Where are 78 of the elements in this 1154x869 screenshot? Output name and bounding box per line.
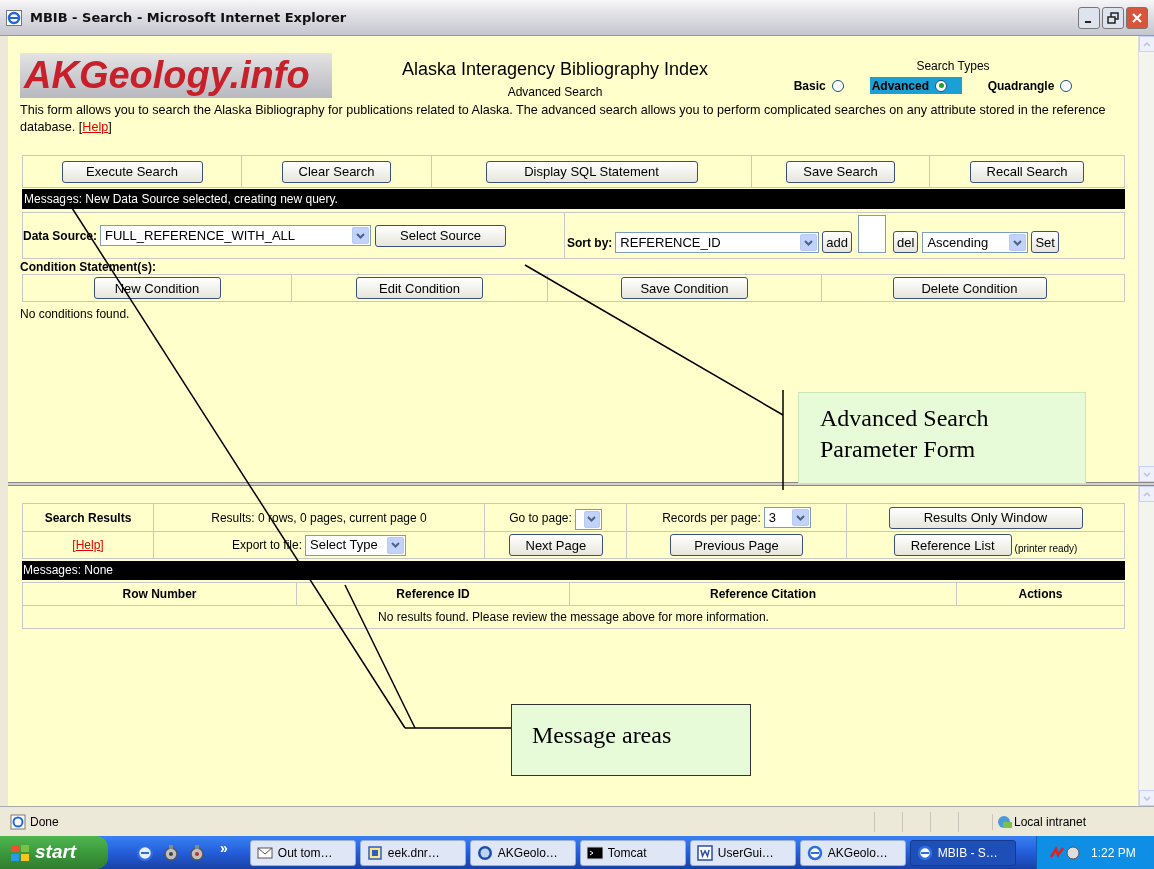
field-label: Sort by: — [567, 235, 613, 252]
radio-option[interactable]: Advanced — [869, 77, 962, 94]
button[interactable]: Clear Search — [281, 160, 392, 183]
button[interactable]: Save Search — [786, 160, 895, 183]
ie-icon — [6, 9, 22, 26]
button[interactable]: Previous Page — [670, 534, 803, 556]
button[interactable]: Results Only Window — [888, 506, 1083, 529]
close-icon[interactable] — [1126, 6, 1148, 29]
button[interactable]: Edit Condition — [356, 277, 483, 299]
search-types-label: Search Types — [916, 58, 990, 75]
page-subtitle: Advanced Search — [507, 84, 603, 101]
button[interactable]: Reference List — [893, 534, 1012, 556]
note-text: (printer ready) — [1014, 541, 1078, 556]
radio-option[interactable]: Quadrangle — [985, 77, 1075, 94]
dropdown[interactable]: Ascending — [922, 232, 1029, 253]
button[interactable]: Delete Condition — [892, 277, 1047, 299]
window-icon — [366, 844, 383, 861]
overflow-chevron[interactable]: » — [220, 838, 228, 859]
document-icon — [696, 844, 713, 861]
windows-flag-icon — [10, 843, 30, 862]
taskbar-button[interactable]: eek.dnr… — [359, 839, 466, 866]
callout-box: Message areas — [511, 704, 751, 776]
taskbar-button[interactable]: Tomcat — [579, 839, 686, 866]
callout-box: Advanced Search Parameter Form — [798, 392, 1086, 484]
clock: 1:22 PM — [1091, 844, 1136, 862]
field-label: Go to page: — [509, 509, 572, 527]
message-bar: Messages: New Data Source selected, creating new query. — [22, 189, 1125, 209]
network-icon — [992, 813, 1012, 830]
input-field[interactable] — [858, 215, 887, 253]
intro-paragraph: This form allows you to search the Alaska Bibliography for publications related to Alaska. The advanced search allows you to perform complicated searches on any attribute stored in the reference database. [Help] — [20, 102, 1107, 136]
page-title: Alaska Interagency Bibliography Index — [401, 58, 709, 81]
ie-icon — [806, 844, 823, 861]
radio-icon — [935, 79, 948, 92]
status-text: Done — [30, 813, 60, 831]
dropdown[interactable]: 3 — [763, 507, 811, 528]
empty-message: No conditions found. — [20, 306, 131, 323]
column-header: Reference ID — [296, 583, 569, 605]
dropdown[interactable]: Select Type — [305, 534, 406, 556]
taskbar-button[interactable]: AKGeolo… — [799, 839, 906, 866]
envelope-icon — [256, 844, 273, 861]
button[interactable]: Set — [1031, 231, 1059, 253]
help-link[interactable]: [Help] — [72, 536, 104, 554]
column-header: Row Number — [121, 586, 198, 603]
radio-option[interactable]: Basic — [791, 77, 846, 94]
radio-icon — [1060, 79, 1073, 92]
globe-icon — [476, 844, 493, 861]
page-icon — [10, 813, 26, 830]
start-button[interactable]: start — [0, 836, 108, 869]
button[interactable]: Next Page — [508, 534, 603, 556]
button[interactable]: del — [893, 231, 919, 253]
ie-icon — [916, 844, 933, 861]
column-header: Actions — [956, 583, 1124, 605]
dropdown[interactable] — [574, 508, 602, 530]
field-label: Records per page: — [662, 509, 761, 527]
dropdown[interactable]: FULL_REFERENCE_WITH_ALL — [100, 225, 372, 246]
button[interactable]: Select Source — [375, 224, 507, 247]
column-header: Reference Citation — [569, 583, 956, 605]
window-title: MBIB - Search - Microsoft Internet Explorer — [30, 8, 348, 27]
status-zone: Local intranet — [1014, 813, 1088, 831]
message-bar: Messages: None — [22, 561, 1125, 580]
empty-message: No results found. Please review the message above for more information. — [23, 605, 1124, 628]
button[interactable]: Recall Search — [969, 160, 1085, 183]
taskbar-button[interactable]: UserGui… — [689, 839, 796, 866]
button[interactable]: Display SQL Statement — [485, 160, 698, 183]
button[interactable]: Save Condition — [621, 277, 748, 299]
logo: AKGeology.info — [20, 53, 332, 98]
restore-icon[interactable] — [1102, 6, 1124, 29]
dropdown[interactable]: REFERENCE_ID — [615, 232, 820, 253]
taskbar-button[interactable]: Out tom… — [249, 839, 356, 866]
minimize-icon[interactable] — [1078, 6, 1100, 29]
button[interactable]: Execute Search — [61, 160, 203, 183]
taskbar-button[interactable]: MBIB - S… — [909, 839, 1016, 866]
taskbar-button[interactable]: AKGeolo… — [469, 839, 576, 866]
console-icon — [586, 844, 603, 861]
radio-icon — [831, 79, 844, 92]
button[interactable]: add — [822, 231, 853, 253]
tray-icons[interactable] — [1049, 844, 1083, 861]
table-cell-text: Search Results — [44, 509, 132, 527]
